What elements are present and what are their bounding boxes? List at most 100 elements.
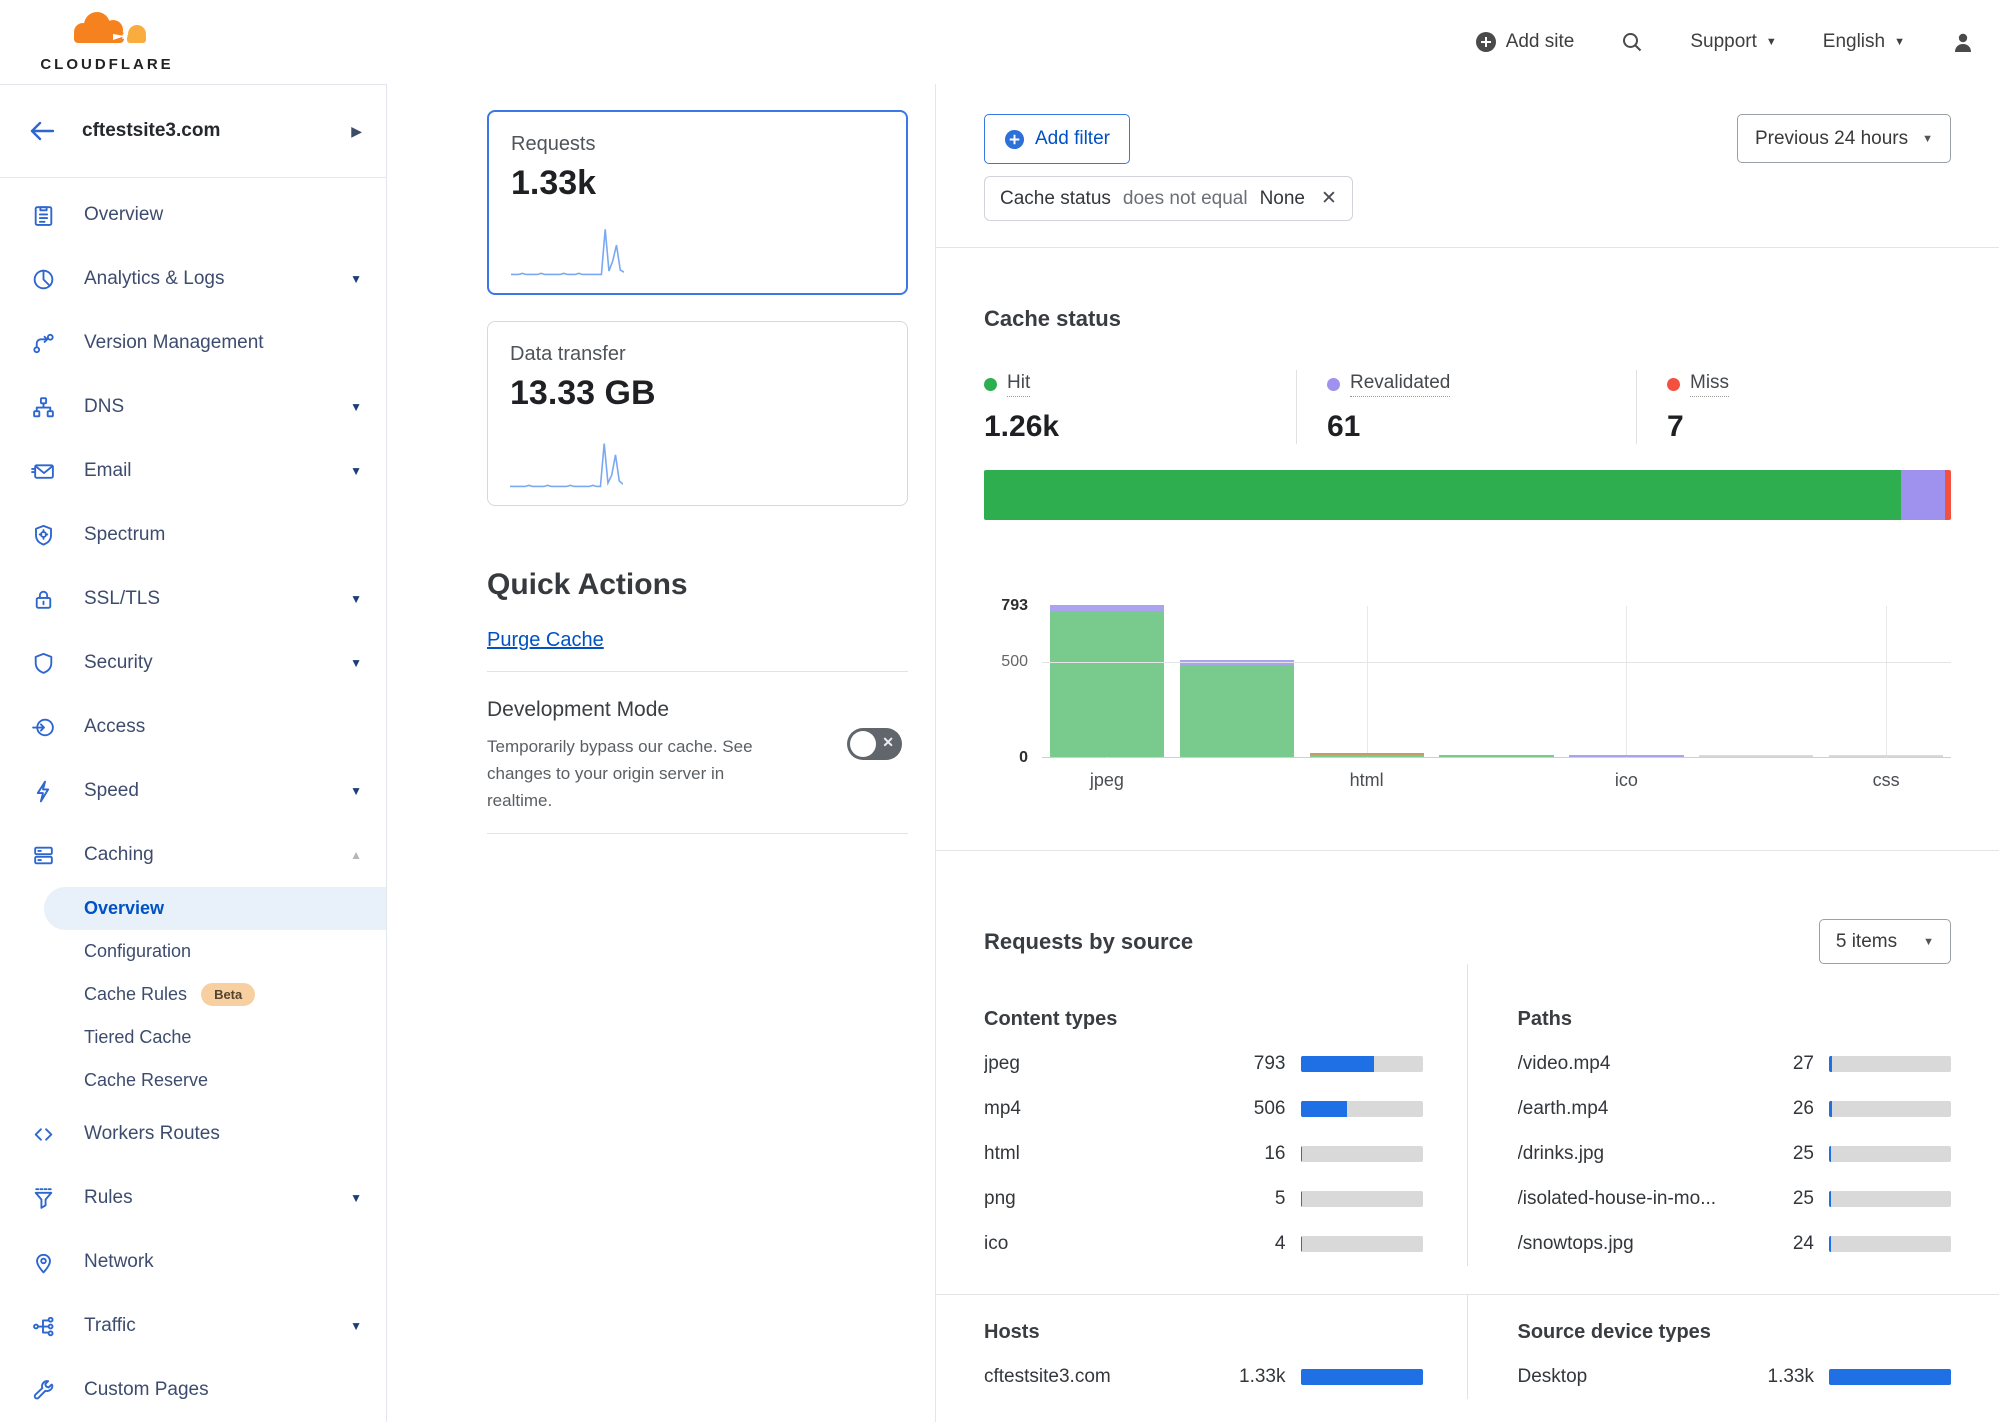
chevron-down-icon: ▼ xyxy=(1922,133,1933,145)
source-row[interactable]: jpeg 793 xyxy=(984,1041,1423,1086)
stack-segment-revalidated xyxy=(1901,470,1945,520)
requests-metric-card[interactable]: Requests 1.33k xyxy=(487,110,908,295)
pin-icon xyxy=(31,1250,56,1275)
source-row[interactable]: html 16 xyxy=(984,1131,1423,1176)
source-row[interactable]: /earth.mp4 26 xyxy=(1518,1086,1952,1131)
source-row[interactable]: /drinks.jpg 25 xyxy=(1518,1131,1952,1176)
device-types-title: Source device types xyxy=(1518,1321,1952,1344)
v-gridline xyxy=(1367,606,1368,758)
source-row[interactable]: Desktop 1.33k xyxy=(1518,1354,1952,1399)
shield-icon xyxy=(31,651,56,676)
source-row[interactable]: /video.mp4 27 xyxy=(1518,1041,1952,1086)
bar-png[interactable] xyxy=(1439,755,1553,757)
sidebar-item-analytics-logs[interactable]: Analytics & Logs▼ xyxy=(0,247,386,311)
source-row-meter xyxy=(1829,1369,1951,1385)
sidebar-subitem-configuration[interactable]: Configuration xyxy=(44,930,386,973)
middle-column: Requests 1.33k Data transfer 13.33 GB Qu… xyxy=(388,84,935,1422)
sidebar-item-network[interactable]: Network xyxy=(0,1230,386,1294)
back-arrow-icon[interactable] xyxy=(28,119,56,143)
legend-dot-icon xyxy=(984,378,997,391)
v-gridline xyxy=(1626,606,1627,758)
bar-jpeg[interactable] xyxy=(1050,605,1164,757)
sidebar-item-dns[interactable]: DNS ▼ xyxy=(0,375,386,439)
sidebar-item-label: Speed xyxy=(84,780,139,802)
sidebar-item-version-management[interactable]: Version Management xyxy=(0,311,386,375)
filter-chip-field: Cache status xyxy=(1000,188,1111,210)
sidebar-item-custom-pages[interactable]: Custom Pages xyxy=(0,1358,386,1422)
add-filter-button[interactable]: Add filter xyxy=(984,114,1130,164)
sidebar-item-label: DNS xyxy=(84,396,124,418)
language-menu[interactable]: English ▼ xyxy=(1823,31,1905,53)
source-row[interactable]: /snowtops.jpg 24 xyxy=(1518,1221,1952,1266)
bar-segment-hit xyxy=(1050,611,1164,757)
sidebar-item-speed[interactable]: Speed▼ xyxy=(0,759,386,823)
sidebar-item-overview[interactable]: Overview xyxy=(0,183,386,247)
source-row-meter xyxy=(1829,1101,1951,1117)
sidebar-item-label: SSL/TLS xyxy=(84,588,160,610)
source-row[interactable]: cftestsite3.com 1.33k xyxy=(984,1354,1423,1399)
source-row-meter xyxy=(1301,1369,1423,1385)
remove-filter-icon[interactable]: ✕ xyxy=(1321,187,1337,210)
bar-mp4[interactable] xyxy=(1180,660,1294,757)
source-row[interactable]: /isolated-house-in-mo... 25 xyxy=(1518,1176,1952,1221)
sidebar-item-label: Analytics & Logs xyxy=(84,268,224,290)
sidebar-subitem-cache-rules[interactable]: Cache RulesBeta xyxy=(44,973,386,1016)
site-selector[interactable]: cftestsite3.com ▶ xyxy=(0,85,386,178)
purge-cache-link[interactable]: Purge Cache xyxy=(487,629,604,652)
search-button[interactable] xyxy=(1620,30,1644,54)
source-row-value: 26 xyxy=(1750,1098,1814,1120)
development-mode-toggle[interactable]: ✕ xyxy=(847,728,902,760)
legend-dot-icon xyxy=(1667,378,1680,391)
support-menu[interactable]: Support ▼ xyxy=(1690,31,1776,53)
source-row-label: html xyxy=(984,1143,1222,1165)
cache-status-stacked-bar xyxy=(984,470,1951,520)
sidebar-subitem-tiered-cache[interactable]: Tiered Cache xyxy=(44,1016,386,1059)
source-row-label: /drinks.jpg xyxy=(1518,1143,1751,1165)
development-mode-title: Development Mode xyxy=(487,698,908,722)
bar-ico[interactable] xyxy=(1569,755,1683,757)
filters-block: Add filter Previous 24 hours ▼ Cache sta… xyxy=(984,114,1951,247)
legend-value: 61 xyxy=(1327,410,1636,444)
source-row-meter xyxy=(1829,1191,1951,1207)
source-row[interactable]: mp4 506 xyxy=(984,1086,1423,1131)
cloudflare-logo[interactable]: CLOUDFLARE xyxy=(22,8,192,73)
speed-icon xyxy=(31,779,56,804)
caching-icon xyxy=(31,843,56,868)
x-tick-label: jpeg xyxy=(1042,770,1172,791)
time-range-dropdown[interactable]: Previous 24 hours ▼ xyxy=(1737,114,1951,163)
filter-chip[interactable]: Cache status does not equal None ✕ xyxy=(984,176,1353,221)
items-count-dropdown[interactable]: 5 items ▼ xyxy=(1819,919,1951,964)
sidebar-item-label: Workers Routes xyxy=(84,1123,220,1145)
source-row[interactable]: png 5 xyxy=(984,1176,1423,1221)
beta-badge: Beta xyxy=(201,983,255,1006)
source-row[interactable]: ico 4 xyxy=(984,1221,1423,1266)
chart-x-axis: jpeghtmlicocss xyxy=(1042,770,1951,791)
sidebar-item-label: Spectrum xyxy=(84,524,165,546)
sidebar-item-rules[interactable]: Rules▼ xyxy=(0,1166,386,1230)
chevron-down-icon: ▼ xyxy=(350,400,362,414)
sidebar-item-caching[interactable]: Caching▲ xyxy=(0,823,386,887)
legend-item-miss: Miss 7 xyxy=(1636,370,1951,444)
sidebar-item-access[interactable]: Access xyxy=(0,695,386,759)
chevron-right-icon[interactable]: ▶ xyxy=(351,123,362,140)
account-menu[interactable] xyxy=(1951,30,1975,54)
sidebar-subitem-overview[interactable]: Overview xyxy=(44,887,386,930)
data-transfer-metric-card[interactable]: Data transfer 13.33 GB xyxy=(487,321,908,506)
requests-sparkline xyxy=(511,227,624,279)
add-site-button[interactable]: Add site xyxy=(1475,31,1575,53)
sidebar-item-security[interactable]: Security▼ xyxy=(0,631,386,695)
bar-segment-hit xyxy=(1310,755,1424,757)
bar-css[interactable] xyxy=(1829,755,1943,757)
sidebar-item-workers-routes[interactable]: Workers Routes xyxy=(0,1102,386,1166)
toggle-off-x-icon: ✕ xyxy=(882,734,894,751)
filter-chip-operator: does not equal xyxy=(1123,188,1248,210)
sidebar-item-ssl-tls[interactable]: SSL/TLS▼ xyxy=(0,567,386,631)
bar-unlabeled[interactable] xyxy=(1699,755,1813,757)
sidebar-item-spectrum[interactable]: Spectrum xyxy=(0,503,386,567)
sidebar-item-label: Traffic xyxy=(84,1315,136,1337)
sidebar-item-email[interactable]: Email▼ xyxy=(0,439,386,503)
sidebar-subitem-cache-reserve[interactable]: Cache Reserve xyxy=(44,1059,386,1102)
sidebar-item-traffic[interactable]: Traffic▼ xyxy=(0,1294,386,1358)
bar-html[interactable] xyxy=(1310,753,1424,757)
source-row-label: jpeg xyxy=(984,1053,1222,1075)
